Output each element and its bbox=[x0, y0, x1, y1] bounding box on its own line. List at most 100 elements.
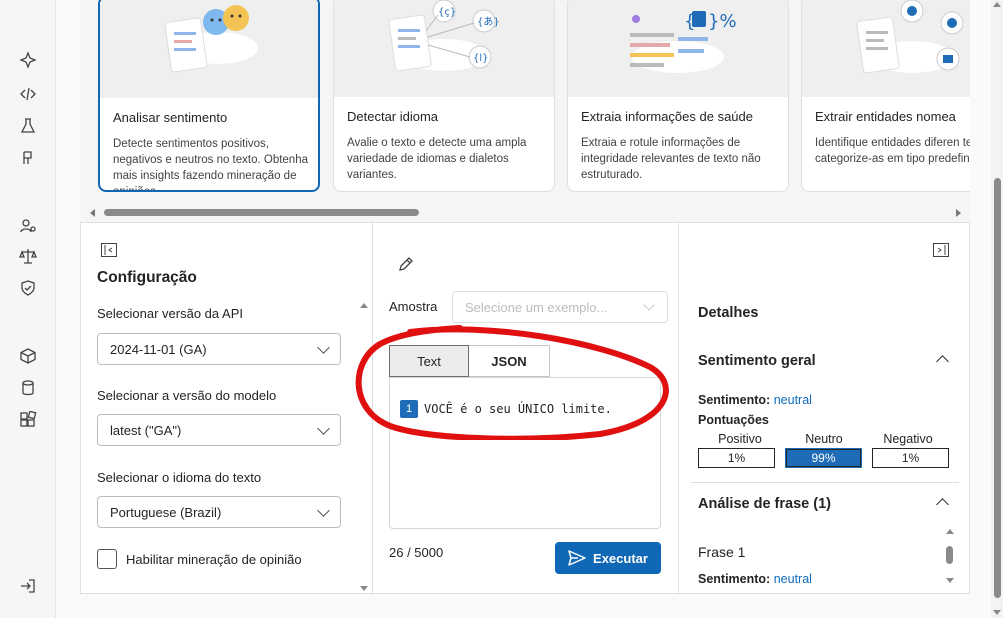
card-illustration: {ç} {あ} {ا} bbox=[334, 0, 554, 97]
scroll-down-icon[interactable] bbox=[360, 586, 368, 591]
input-pane: Amostra Selecione um exemplo... Text JSO… bbox=[373, 223, 679, 593]
card-analyze-sentiment[interactable]: Analisar sentimento Detecte sentimentos … bbox=[98, 0, 320, 192]
card-extract-entities[interactable]: Extrair entidades nomea Identifique enti… bbox=[801, 0, 970, 192]
send-icon bbox=[568, 550, 586, 566]
scroll-up-icon[interactable] bbox=[360, 303, 368, 308]
tag-icon[interactable] bbox=[18, 148, 38, 168]
config-scrollbar[interactable] bbox=[359, 303, 369, 593]
card-description: Avalie o texto e detecte uma ampla varie… bbox=[347, 137, 527, 181]
scrollbar-thumb[interactable] bbox=[946, 546, 953, 564]
scroll-left-icon[interactable] bbox=[90, 209, 95, 217]
card-description: Extraia e rotule informações de integrid… bbox=[581, 137, 761, 181]
svg-text:}%: }% bbox=[708, 11, 737, 32]
card-extract-health[interactable]: { }% Extraia informações de saúde Extrai… bbox=[567, 0, 789, 192]
overall-sentiment-title: Sentimento geral bbox=[698, 353, 816, 369]
scrollbar-thumb[interactable] bbox=[104, 209, 419, 216]
scores-table: Positivo Neutro Negativo 1% 99% 1% bbox=[698, 432, 950, 468]
card-illustration bbox=[100, 0, 318, 98]
flask-icon[interactable] bbox=[18, 116, 38, 136]
configuration-pane: Configuração Selecionar versão da API 20… bbox=[81, 223, 373, 593]
expand-pane-icon[interactable] bbox=[933, 243, 949, 257]
card-title: Analisar sentimento bbox=[113, 110, 228, 125]
input-format-tabs: Text JSON bbox=[389, 345, 550, 377]
scores-values: 1% 99% 1% bbox=[698, 448, 950, 468]
card-illustration bbox=[802, 0, 970, 97]
score-header-neutral: Neutro bbox=[805, 432, 843, 446]
opinion-mining-checkbox[interactable] bbox=[97, 549, 117, 569]
code-icon[interactable] bbox=[18, 84, 38, 104]
sentiment-value: neutral bbox=[773, 393, 812, 407]
text-language-label: Selecionar o idioma do texto bbox=[97, 470, 262, 485]
text-language-select[interactable]: Portuguese (Brazil) bbox=[97, 496, 341, 528]
chevron-up-icon[interactable] bbox=[936, 355, 949, 368]
chevron-down-icon bbox=[317, 422, 330, 435]
editor-text[interactable]: VOCÊ é o seu ÚNICO limite. bbox=[424, 402, 612, 416]
run-label: Executar bbox=[593, 550, 648, 566]
sample-placeholder: Selecione um exemplo... bbox=[465, 300, 608, 315]
person-settings-icon[interactable] bbox=[18, 216, 38, 236]
database-icon[interactable] bbox=[18, 378, 38, 398]
scroll-down-icon[interactable] bbox=[946, 578, 954, 583]
page-vertical-scrollbar[interactable] bbox=[991, 0, 1003, 618]
scrollbar-thumb[interactable] bbox=[994, 178, 1001, 598]
api-version-select[interactable]: 2024-11-01 (GA) bbox=[97, 333, 341, 365]
chevron-down-icon bbox=[317, 341, 330, 354]
scroll-right-icon[interactable] bbox=[956, 209, 961, 217]
svg-text:{ا}: {ا} bbox=[473, 53, 489, 64]
sample-select[interactable]: Selecione um exemplo... bbox=[452, 291, 668, 323]
svg-text:{あ}: {あ} bbox=[477, 16, 500, 28]
card-description: Detecte sentimentos positivos, negativos… bbox=[113, 138, 308, 192]
card-detect-language[interactable]: {ç} {あ} {ا} Detectar idioma Avalie o tex… bbox=[333, 0, 555, 192]
chevron-down-icon bbox=[317, 504, 330, 517]
shield-icon[interactable] bbox=[18, 278, 38, 298]
scroll-up-icon[interactable] bbox=[993, 2, 1001, 7]
details-scrollbar[interactable] bbox=[945, 529, 955, 585]
capability-cards: Analisar sentimento Detecte sentimentos … bbox=[80, 0, 970, 222]
chevron-down-icon bbox=[643, 299, 655, 311]
model-version-value: latest ("GA") bbox=[110, 423, 182, 438]
overall-sentiment-row: Sentimento: neutral bbox=[698, 393, 812, 407]
api-version-label: Selecionar versão da API bbox=[97, 306, 243, 321]
playground-panel: Configuração Selecionar versão da API 20… bbox=[80, 222, 970, 594]
scroll-up-icon[interactable] bbox=[946, 529, 954, 534]
sentence-sentiment-label: Sentimento: bbox=[698, 572, 771, 586]
score-header-negative: Negativo bbox=[883, 432, 933, 446]
cards-horizontal-scrollbar[interactable] bbox=[88, 207, 963, 219]
sentiment-label: Sentimento: bbox=[698, 393, 771, 407]
model-version-select[interactable]: latest ("GA") bbox=[97, 414, 341, 446]
card-illustration: { }% bbox=[568, 0, 788, 97]
card-title: Detectar idioma bbox=[347, 109, 439, 124]
sign-in-icon[interactable] bbox=[18, 576, 38, 596]
scores-header: Positivo Neutro Negativo bbox=[698, 432, 950, 446]
app-root: Analisar sentimento Detecte sentimentos … bbox=[0, 0, 1003, 618]
configuration-title: Configuração bbox=[97, 269, 197, 286]
api-version-value: 2024-11-01 (GA) bbox=[110, 342, 207, 357]
opinion-mining-label: Habilitar mineração de opinião bbox=[126, 551, 302, 567]
details-title: Detalhes bbox=[698, 305, 759, 321]
score-negative: 1% bbox=[872, 448, 949, 468]
scroll-down-icon[interactable] bbox=[993, 610, 1001, 615]
details-pane: Detalhes Sentimento geral Sentimento: ne… bbox=[679, 223, 969, 593]
chevron-up-icon[interactable] bbox=[936, 498, 949, 511]
collapse-pane-icon[interactable] bbox=[101, 243, 117, 257]
sparkle-icon[interactable] bbox=[18, 50, 38, 70]
score-neutral: 99% bbox=[785, 448, 862, 468]
sentence-name: Frase 1 bbox=[698, 544, 746, 560]
apps-icon[interactable] bbox=[18, 410, 38, 430]
scales-icon[interactable] bbox=[18, 246, 38, 266]
cube-icon[interactable] bbox=[18, 346, 38, 366]
text-editor[interactable]: 1 VOCÊ é o seu ÚNICO limite. bbox=[389, 377, 661, 529]
sample-label: Amostra bbox=[389, 299, 438, 314]
tab-text[interactable]: Text bbox=[389, 345, 469, 377]
tab-json[interactable]: JSON bbox=[469, 345, 550, 377]
sentence-sentiment-value: neutral bbox=[773, 572, 812, 586]
score-header-positive: Positivo bbox=[718, 432, 762, 446]
char-counter: 26 / 5000 bbox=[389, 545, 444, 560]
opinion-mining-row[interactable]: Habilitar mineração de opinião bbox=[97, 549, 302, 569]
svg-text:{ç}: {ç} bbox=[438, 7, 456, 18]
run-button[interactable]: Executar bbox=[555, 542, 661, 574]
card-description: Identifique entidades diferen texto e ca… bbox=[815, 137, 970, 165]
section-divider bbox=[691, 482, 959, 483]
model-version-label: Selecionar a versão do modelo bbox=[97, 388, 277, 403]
pencil-icon[interactable] bbox=[397, 255, 415, 273]
